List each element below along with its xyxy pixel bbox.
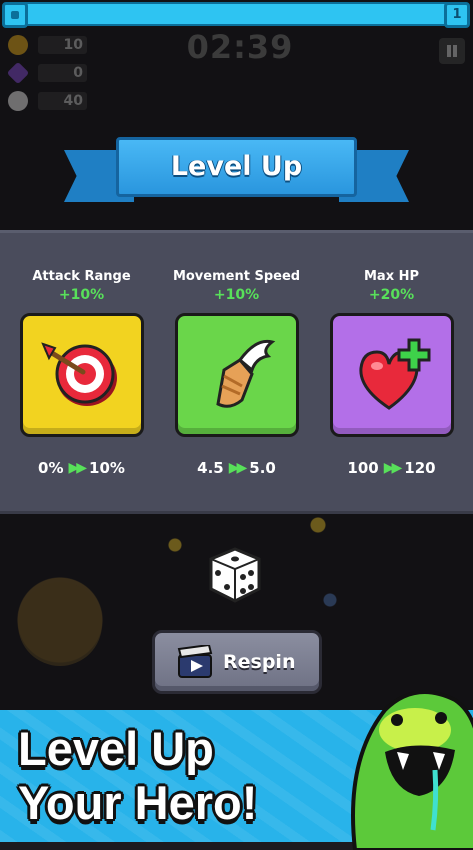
promo-line-2: Your Hero! (18, 776, 258, 829)
coin-icon (8, 35, 28, 55)
promo-line-1: Level Up (18, 722, 214, 775)
gem-counter: 0 (6, 61, 87, 85)
upgrade-change: 4.5 ▶▶ 5.0 (169, 459, 304, 477)
dice-icon (209, 547, 261, 603)
xp-bar (4, 2, 469, 26)
upgrade-icon-box[interactable] (329, 313, 454, 437)
respin-button[interactable]: Respin (152, 630, 322, 694)
upgrade-change: 100 ▶▶ 120 (324, 459, 459, 477)
double-arrow-icon: ▶▶ (68, 460, 87, 476)
upgrade-bonus: +20% (368, 287, 415, 303)
video-clapper-icon (177, 645, 213, 678)
kill-counter: 40 (8, 91, 87, 111)
upgrade-name: Max HP (363, 269, 420, 284)
upgrade-card-movement-speed[interactable]: Movement Speed +10% 4.5 ▶▶ 5.0 (169, 269, 304, 477)
upgrade-to: 5.0 (249, 459, 276, 477)
upgrade-name: Movement Speed (172, 269, 301, 284)
level-up-banner: Level Up (116, 137, 357, 197)
match-timer: 02:39 (186, 28, 294, 66)
winged-boot-icon (215, 339, 275, 408)
coin-counter: 10 (8, 35, 87, 55)
upgrade-card-attack-range[interactable]: Attack Range +10% 0% ▶▶ 10% (14, 269, 149, 477)
upgrade-from: 100 (347, 459, 379, 477)
upgrade-name: Attack Range (32, 269, 131, 284)
upgrade-icon-box[interactable] (19, 313, 144, 437)
respin-label: Respin (223, 651, 296, 673)
green-monster-mascot (351, 690, 473, 850)
player-level-badge: 1 (444, 2, 470, 28)
double-arrow-icon: ▶▶ (228, 460, 247, 476)
upgrade-from: 0% (38, 459, 64, 477)
upgrade-bonus: +10% (58, 287, 105, 303)
level-up-title: Level Up (170, 151, 303, 182)
upgrade-card-max-hp[interactable]: Max HP +20% 100 ▶▶ 120 (324, 269, 459, 477)
gem-value: 0 (38, 64, 87, 82)
pause-button[interactable] (439, 38, 465, 64)
upgrade-panel: Attack Range +10% 0% ▶▶ 10% Movement Spe… (0, 230, 473, 514)
upgrade-to: 120 (404, 459, 436, 477)
promo-headline: Level Up Your Hero! (18, 722, 363, 830)
upgrade-from: 4.5 (197, 459, 224, 477)
kill-value: 40 (38, 92, 87, 110)
target-arrow-icon (40, 342, 117, 406)
upgrade-to: 10% (89, 459, 125, 477)
upgrade-change: 0% ▶▶ 10% (14, 459, 149, 477)
skull-icon (8, 91, 28, 111)
xp-bar-start-cap (2, 2, 28, 28)
upgrade-bonus: +10% (213, 287, 260, 303)
joystick[interactable] (18, 582, 102, 666)
heart-plus-icon (358, 338, 430, 410)
coin-value: 10 (38, 36, 87, 54)
upgrade-icon-box[interactable] (174, 313, 299, 437)
double-arrow-icon: ▶▶ (383, 460, 402, 476)
gem-icon (6, 61, 30, 85)
